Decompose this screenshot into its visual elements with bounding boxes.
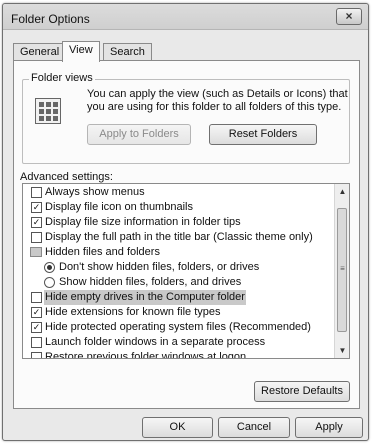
setting-row-0[interactable]: Always show menus bbox=[23, 185, 335, 200]
apply-to-folders-button[interactable]: Apply to Folders bbox=[87, 124, 191, 145]
checkbox[interactable] bbox=[31, 337, 42, 348]
scrollbar[interactable]: ▲ ≡ ▼ bbox=[334, 184, 349, 358]
restore-defaults-button[interactable]: Restore Defaults bbox=[254, 381, 350, 402]
radio-button[interactable] bbox=[44, 277, 55, 288]
checkbox[interactable]: ✓ bbox=[31, 217, 42, 228]
folder-views-label: Folder views bbox=[29, 72, 95, 84]
checkbox[interactable]: ✓ bbox=[31, 307, 42, 318]
setting-label: Show hidden files, folders, and drives bbox=[59, 276, 242, 288]
setting-row-9[interactable]: ✓ Hide protected operating system files (… bbox=[23, 320, 335, 335]
advanced-settings-label: Advanced settings: bbox=[20, 171, 113, 183]
title-bar: Folder Options × bbox=[3, 4, 368, 30]
ok-button[interactable]: OK bbox=[142, 417, 213, 438]
scroll-down-icon[interactable]: ▼ bbox=[335, 343, 349, 358]
setting-row-1[interactable]: ✓ Display file icon on thumbnails bbox=[23, 200, 335, 215]
setting-row-5[interactable]: Don't show hidden files, folders, or dri… bbox=[23, 260, 335, 275]
scrollbar-thumb[interactable]: ≡ bbox=[337, 208, 347, 332]
reset-folders-button[interactable]: Reset Folders bbox=[209, 124, 317, 145]
checkbox[interactable] bbox=[31, 352, 42, 358]
setting-label: Hide extensions for known file types bbox=[45, 306, 221, 318]
advanced-settings-list[interactable]: Always show menus ✓ Display file icon on t… bbox=[22, 183, 350, 359]
setting-label: Display file size information in folder … bbox=[45, 216, 241, 228]
folder-view-icon bbox=[35, 98, 61, 124]
setting-row-11[interactable]: Restore previous folder windows at logon bbox=[23, 350, 335, 359]
tab-view[interactable]: View bbox=[62, 41, 100, 62]
setting-label: Launch folder windows in a separate proc… bbox=[45, 336, 266, 348]
tab-general[interactable]: General bbox=[13, 43, 67, 61]
checkbox[interactable] bbox=[31, 187, 42, 198]
setting-label: Hidden files and folders bbox=[45, 246, 160, 258]
setting-row-6[interactable]: Show hidden files, folders, and drives bbox=[23, 275, 335, 290]
setting-row-10[interactable]: Launch folder windows in a separate proc… bbox=[23, 335, 335, 350]
folder-views-description: You can apply the view (such as Details … bbox=[87, 88, 348, 113]
checkbox[interactable] bbox=[31, 232, 42, 243]
folder-icon bbox=[30, 247, 42, 257]
setting-label: Restore previous folder windows at logon bbox=[45, 351, 247, 359]
close-button[interactable]: × bbox=[336, 8, 362, 25]
setting-row-4: Hidden files and folders bbox=[23, 245, 335, 260]
setting-row-7[interactable]: Hide empty drives in the Computer folder bbox=[23, 290, 335, 305]
setting-row-8[interactable]: ✓ Hide extensions for known file types bbox=[23, 305, 335, 320]
checkbox[interactable] bbox=[31, 292, 42, 303]
folder-options-dialog: Folder Options × General View Search Fol… bbox=[2, 3, 369, 441]
view-tab-panel: Folder views You can apply the view (suc… bbox=[13, 60, 360, 409]
setting-label: Hide protected operating system files (R… bbox=[45, 321, 311, 333]
grip-icon: ≡ bbox=[340, 264, 345, 273]
setting-label: Don't show hidden files, folders, or dri… bbox=[59, 261, 260, 273]
radio-button[interactable] bbox=[44, 262, 55, 273]
tab-search[interactable]: Search bbox=[103, 43, 152, 61]
cancel-button[interactable]: Cancel bbox=[218, 417, 290, 438]
setting-row-2[interactable]: ✓ Display file size information in folder… bbox=[23, 215, 335, 230]
scroll-up-icon[interactable]: ▲ bbox=[335, 184, 349, 199]
setting-label: Display the full path in the title bar (… bbox=[45, 231, 313, 243]
checkbox[interactable]: ✓ bbox=[31, 202, 42, 213]
checkbox[interactable]: ✓ bbox=[31, 322, 42, 333]
setting-label: Always show menus bbox=[45, 186, 145, 198]
setting-label: Hide empty drives in the Computer folder bbox=[44, 290, 246, 305]
window-title: Folder Options bbox=[11, 12, 90, 26]
apply-button[interactable]: Apply bbox=[295, 417, 363, 438]
setting-row-3[interactable]: Display the full path in the title bar (… bbox=[23, 230, 335, 245]
setting-label: Display file icon on thumbnails bbox=[45, 201, 193, 213]
folder-views-group: Folder views You can apply the view (suc… bbox=[22, 72, 350, 164]
